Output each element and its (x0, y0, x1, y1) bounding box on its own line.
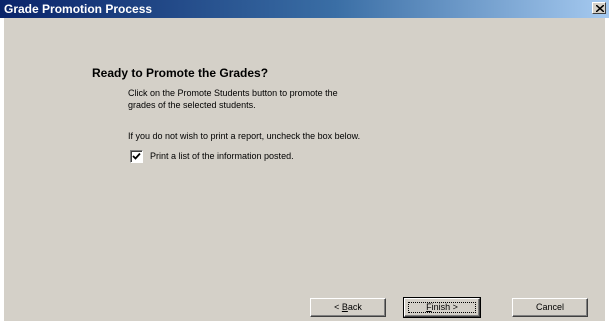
print-note: If you do not wish to print a report, un… (128, 131, 361, 141)
checkmark-icon (132, 152, 141, 160)
close-button[interactable] (592, 2, 606, 14)
instruction-line-2: grades of the selected students. (128, 100, 256, 110)
page-heading: Ready to Promote the Grades? (92, 66, 269, 80)
cancel-button[interactable]: Cancel (512, 298, 588, 317)
window-title: Grade Promotion Process (4, 2, 153, 16)
dialog-window: Grade Promotion Process Ready to Promote… (0, 0, 609, 333)
title-bar[interactable]: Grade Promotion Process (0, 0, 609, 18)
back-prefix: < (334, 302, 342, 312)
print-report-checkbox[interactable] (130, 150, 143, 163)
print-report-label[interactable]: Print a list of the information posted. (150, 150, 294, 162)
finish-label-rest: inish > (431, 302, 458, 312)
back-label-rest: ack (347, 302, 362, 312)
finish-button[interactable]: Finish > (403, 297, 481, 318)
instruction-line-1: Click on the Promote Students button to … (128, 88, 338, 98)
dialog-body (4, 18, 605, 321)
back-button[interactable]: < Back (310, 298, 386, 317)
close-icon (596, 5, 604, 12)
